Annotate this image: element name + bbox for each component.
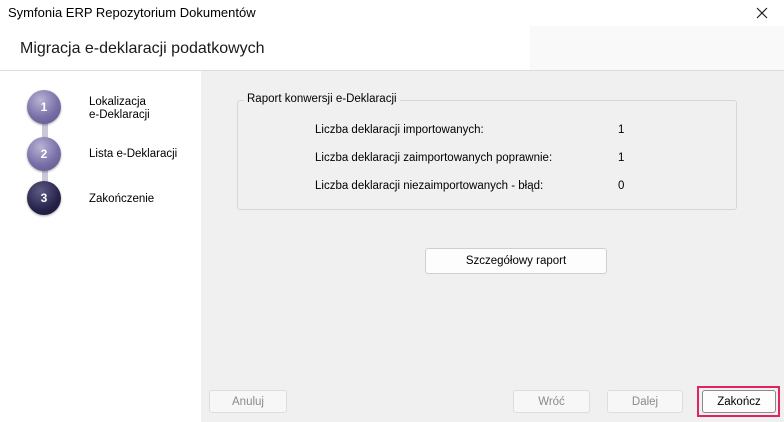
close-icon [756, 7, 768, 19]
step-2-circle: 2 [27, 137, 61, 171]
import-errors-label: Liczba deklaracji niezaimportowanych - b… [315, 180, 544, 192]
imported-count-value: 1 [618, 124, 625, 136]
close-button[interactable] [740, 0, 784, 26]
step-localization: 1 Lokalizacja e-Deklaracji [27, 90, 207, 126]
step-1-circle: 1 [27, 90, 61, 124]
imported-count-label: Liczba deklaracji importowanych: [315, 124, 484, 136]
header-strip [530, 26, 784, 70]
step-finish: 3 Zakończenie [27, 181, 207, 217]
step-1-label: Lokalizacja e-Deklaracji [89, 96, 209, 122]
back-button[interactable]: Wróć [513, 390, 590, 413]
finish-button-highlight [697, 386, 780, 417]
step-1-label-line1: Lokalizacja [89, 96, 146, 108]
imported-ok-value: 1 [618, 152, 625, 164]
page-title: Migracja e-deklaracji podatkowych [20, 40, 265, 57]
window-title: Symfonia ERP Repozytorium Dokumentów [8, 5, 256, 20]
wizard-header: Migracja e-deklaracji podatkowych [0, 26, 784, 71]
step-3-label: Zakończenie [89, 193, 155, 205]
imported-ok-label: Liczba deklaracji zaimportowanych popraw… [315, 152, 553, 164]
title-bar: Symfonia ERP Repozytorium Dokumentów [0, 0, 784, 26]
detailed-report-button[interactable]: Szczegółowy raport [425, 248, 607, 274]
step-1-label-line2: e-Deklaracji [89, 109, 150, 121]
step-3-circle: 3 [27, 181, 61, 215]
step-declaration-list: 2 Lista e-Deklaracji [27, 137, 207, 173]
wizard-steps-sidebar: 1 Lokalizacja e-Deklaracji 2 Lista e-Dek… [0, 71, 201, 422]
next-button[interactable]: Dalej [607, 390, 683, 413]
conversion-report-group: Raport konwersji e-Deklaracji Liczba dek… [237, 93, 737, 210]
report-legend: Raport konwersji e-Deklaracji [244, 93, 400, 105]
import-errors-value: 0 [618, 180, 625, 192]
cancel-button[interactable]: Anuluj [209, 390, 287, 413]
step-2-label: Lista e-Deklaracji [89, 148, 178, 160]
wizard-content: Raport konwersji e-Deklaracji Liczba dek… [201, 71, 784, 422]
